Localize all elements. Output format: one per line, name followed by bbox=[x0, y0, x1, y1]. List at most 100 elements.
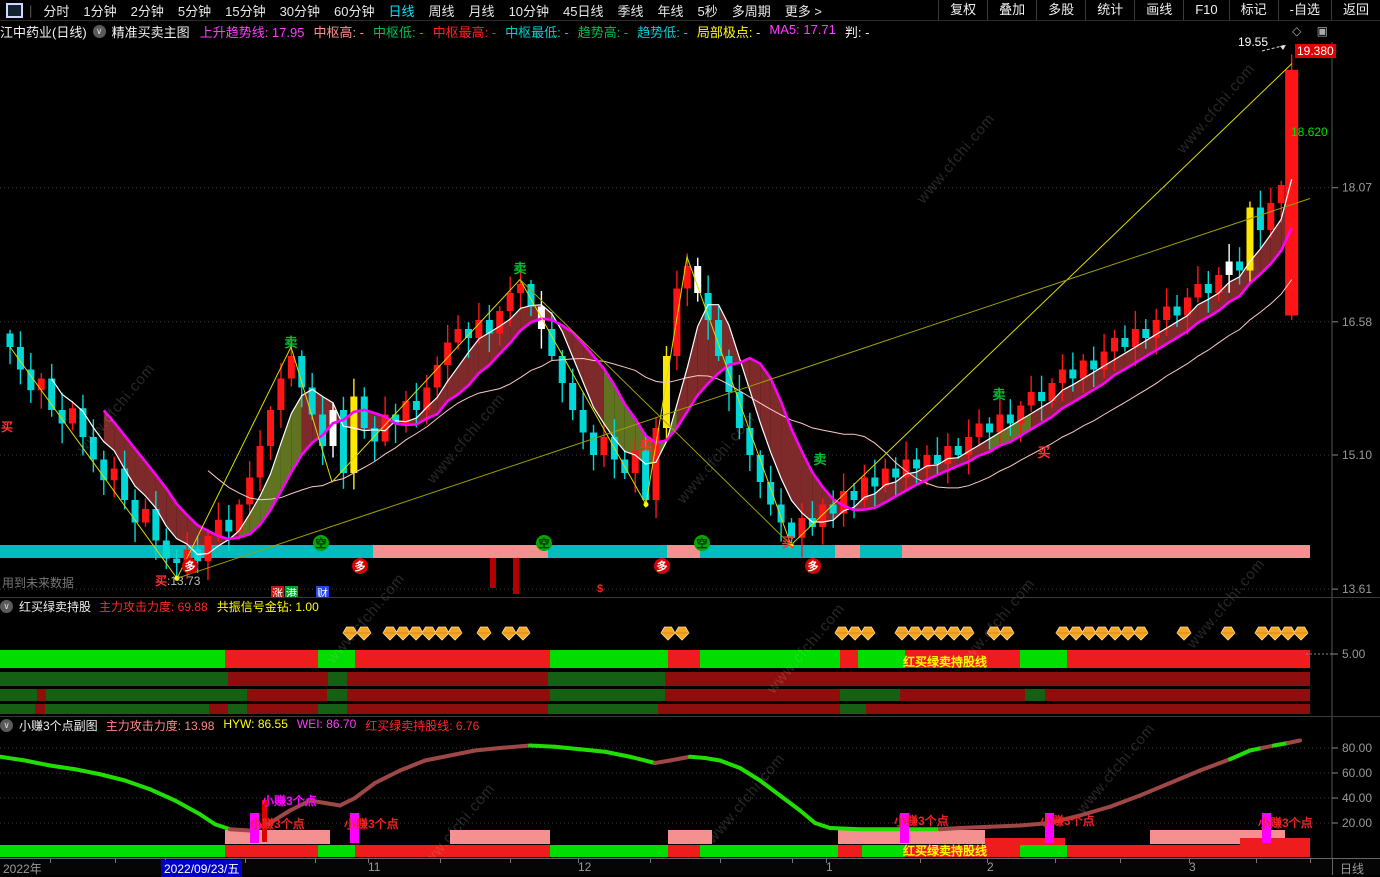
svg-text:18.07: 18.07 bbox=[1342, 181, 1372, 195]
axis-tick bbox=[792, 859, 793, 863]
axis-tick bbox=[650, 859, 651, 863]
left-edge-buy-mark: 买 bbox=[1, 420, 14, 434]
collapse-chevron-icon[interactable]: ∨ bbox=[92, 24, 106, 38]
indicator-header: 江中药业(日线) ∨ 精准买卖主图 上升趋势线: 17.95 中枢高: - 中枢低:… bbox=[0, 21, 1380, 41]
svg-text:5.00: 5.00 bbox=[1342, 647, 1366, 661]
open-price-label: 18.620 bbox=[1291, 125, 1328, 139]
buy-mark-glyph: 买 bbox=[155, 574, 168, 588]
axis-date-label: 12 bbox=[578, 860, 592, 874]
toolbar-button--自选[interactable]: -自选 bbox=[1277, 0, 1331, 20]
param-红买绿卖持股线: 红买绿卖持股线: 6.76 bbox=[365, 719, 480, 733]
period-tab-多周期[interactable]: 多周期 bbox=[725, 1, 778, 20]
svg-text:买: 买 bbox=[781, 535, 794, 550]
svg-text:空: 空 bbox=[539, 536, 550, 550]
toolbar-button-多股[interactable]: 多股 bbox=[1036, 0, 1085, 20]
collapse-chevron-icon[interactable]: ∨ bbox=[0, 600, 13, 613]
svg-text:小赚3个点: 小赚3个点 bbox=[894, 813, 949, 828]
svg-text:红买绿卖持股线: 红买绿卖持股线 bbox=[903, 843, 987, 858]
param-主力攻击力度: 主力攻击力度: 69.88 bbox=[99, 600, 208, 614]
app-window: | 分时 1分钟 2分钟 5分钟 15分钟 30分钟 60分钟 日线 周线 月线 10分钟 45日线季… bbox=[0, 0, 1380, 877]
oscillator-panel[interactable]: 80.0060.0040.0020.00小赚3个点小赚3个点 小赚3个点 小赚3个点… bbox=[0, 717, 1380, 858]
axis-date-label: 11 bbox=[368, 860, 381, 874]
svg-text:$: $ bbox=[597, 583, 603, 595]
param-中枢最高: 中枢最高: - bbox=[432, 24, 497, 40]
toolbar-button-画线[interactable]: 画线 bbox=[1134, 0, 1183, 20]
period-tab-年线[interactable]: 年线 bbox=[651, 1, 691, 20]
period-tab-60分钟[interactable]: 60分钟 bbox=[327, 1, 381, 20]
param-局部极点: 局部极点: - bbox=[696, 24, 761, 40]
svg-text:小赚3个点: 小赚3个点 bbox=[262, 793, 317, 808]
axis-tick bbox=[50, 859, 51, 863]
toolbar-button-复权[interactable]: 复权 bbox=[938, 0, 987, 20]
selected-date-label: 2022/09/23/五 bbox=[161, 860, 243, 877]
svg-text:20.00: 20.00 bbox=[1342, 816, 1372, 830]
svg-text:小赚3个点: 小赚3个点 bbox=[250, 816, 305, 831]
axis-period-label: 日线 bbox=[1340, 862, 1365, 876]
toolbar-button-统计[interactable]: 统计 bbox=[1085, 0, 1134, 20]
period-toolbar: | 分时 1分钟 2分钟 5分钟 15分钟 30分钟 60分钟 日线 周线 月线 10分钟 45日线季… bbox=[0, 0, 1380, 21]
future-data-note: 用到未来数据 bbox=[2, 576, 75, 590]
axis-date-label: 2022年 bbox=[3, 862, 42, 876]
axis-tick bbox=[1055, 859, 1056, 863]
period-tab-5分钟[interactable]: 5分钟 bbox=[171, 1, 218, 20]
axis-tick bbox=[920, 859, 921, 863]
axis-date-label: 1 bbox=[826, 860, 833, 874]
time-axis: 日线 2022年 2022/09/23/五 11 12 1 2 3 bbox=[0, 858, 1380, 877]
period-tab-45日线[interactable]: 45日线 bbox=[556, 1, 610, 20]
svg-text:买: 买 bbox=[639, 439, 652, 454]
period-tab-日线[interactable]: 日线 bbox=[382, 1, 422, 20]
toolbar-right-buttons: 复权 叠加 多股 统计 画线 F10 标记 -自选 返回 bbox=[938, 0, 1380, 20]
period-tab-季线[interactable]: 季线 bbox=[611, 1, 651, 20]
param-趋势高: 趋势高: - bbox=[577, 24, 629, 40]
axis-date-label: 2 bbox=[987, 860, 994, 874]
period-tab-周线[interactable]: 周线 bbox=[422, 1, 462, 20]
period-tab-月线[interactable]: 月线 bbox=[462, 1, 502, 20]
period-tab-30分钟[interactable]: 30分钟 bbox=[273, 1, 327, 20]
svg-text:红买绿卖持股线: 红买绿卖持股线 bbox=[903, 654, 987, 669]
svg-text:15.10: 15.10 bbox=[1342, 448, 1372, 462]
param-判: 判: - bbox=[844, 24, 870, 40]
period-tab-1分钟[interactable]: 1分钟 bbox=[76, 1, 123, 20]
axis-corner-divider bbox=[1332, 859, 1333, 875]
svg-text:16.58: 16.58 bbox=[1342, 315, 1372, 329]
param-MA5: MA5: 17.71 bbox=[769, 21, 836, 37]
main-candlestick-chart[interactable]: 18.0716.5815.1013.61卖卖卖卖买买买空空空多多多多涨港财 $ bbox=[0, 42, 1380, 598]
axis-tick bbox=[720, 859, 721, 863]
svg-text:空: 空 bbox=[697, 536, 708, 550]
toolbar-button-F10[interactable]: F10 bbox=[1183, 0, 1228, 20]
toolbar-button-标记[interactable]: 标记 bbox=[1228, 0, 1278, 20]
collapse-chevron-icon[interactable]: ∨ bbox=[0, 719, 13, 732]
period-tab-更多 >[interactable]: 更多 > bbox=[778, 1, 829, 20]
app-window-icon[interactable] bbox=[6, 2, 23, 18]
svg-text:40.00: 40.00 bbox=[1342, 791, 1372, 805]
period-tab-15分钟[interactable]: 15分钟 bbox=[218, 1, 272, 20]
period-tab-10分钟[interactable]: 10分钟 bbox=[502, 1, 556, 20]
param-中枢最低: 中枢最低: - bbox=[505, 24, 569, 40]
axis-date-label: 3 bbox=[1189, 860, 1196, 874]
svg-text:多: 多 bbox=[185, 559, 196, 573]
svg-text:13.61: 13.61 bbox=[1342, 582, 1372, 596]
stock-title: 江中药业(日线) bbox=[0, 24, 87, 40]
axis-tick bbox=[1256, 859, 1257, 863]
signal-bars-panel[interactable]: 红买绿卖持股线 5.00 bbox=[0, 598, 1380, 716]
indicator-params: 上升趋势线: 17.95 中枢高: - 中枢低: - 中枢最高: - 中枢最低: - 趋势… bbox=[200, 22, 879, 41]
toolbar-button-叠加[interactable]: 叠加 bbox=[987, 0, 1036, 20]
period-tab-分时[interactable]: 分时 bbox=[36, 1, 76, 20]
param-上升趋势线: 上升趋势线: 17.95 bbox=[199, 24, 305, 40]
axis-tick bbox=[440, 859, 441, 863]
window-layout-icons[interactable]: ◇ ▣ bbox=[1292, 24, 1334, 38]
period-tab-5秒[interactable]: 5秒 bbox=[691, 1, 725, 20]
param-中枢高: 中枢高: - bbox=[313, 24, 365, 40]
panel2-title: 红买绿卖持股 bbox=[19, 600, 92, 614]
svg-text:卖: 卖 bbox=[813, 452, 826, 467]
period-tabs: 分时 1分钟 2分钟 5分钟 15分钟 30分钟 60分钟 日线 周线 月线 10分钟 45日线 季线年… bbox=[36, 1, 829, 20]
svg-text:多: 多 bbox=[808, 559, 819, 573]
axis-tick bbox=[245, 859, 246, 863]
axis-tick bbox=[115, 859, 116, 863]
period-tab-2分钟[interactable]: 2分钟 bbox=[124, 1, 171, 20]
axis-tick bbox=[315, 859, 316, 863]
panel3-header: ∨ 小赚3个点副图 主力攻击力度: 13.98 HYW: 86.55 WEI: 86… bbox=[0, 717, 488, 733]
param-主力攻击力度: 主力攻击力度: 13.98 bbox=[105, 719, 215, 733]
toolbar-button-返回[interactable]: 返回 bbox=[1330, 0, 1380, 20]
svg-text:80.00: 80.00 bbox=[1342, 741, 1372, 755]
